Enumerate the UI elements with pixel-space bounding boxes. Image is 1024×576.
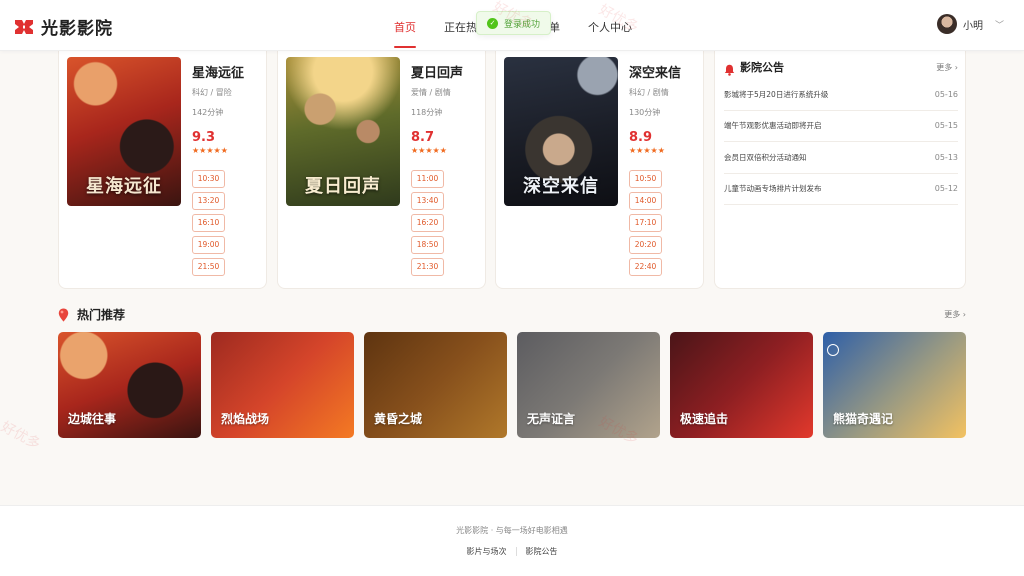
movie-genre: 科幻 / 剧情 (629, 88, 669, 97)
hot-section-title: 热门推荐 (77, 307, 126, 322)
hot-recommendation-grid: 边城往事 烈焰战场 黄昏之城 无声证言 极速追击 熊猫奇遇记 (58, 332, 966, 438)
bell-icon (724, 61, 735, 76)
toast-text: 登录成功 (504, 19, 541, 30)
footer-links: 影片与场次 影院公告 (0, 546, 1024, 557)
announcement-more-link[interactable]: 更多 › (936, 62, 958, 73)
movie-card[interactable]: 夏日回声 夏日回声 爱情 / 剧情 118分钟 8.7 ★★★★★ 11:00 … (277, 51, 486, 289)
showtime-button[interactable]: 21:30 (411, 258, 444, 276)
movie-score: 9.3 (192, 130, 216, 145)
logo-text: 光影影院 (41, 19, 113, 39)
movie-genre: 爱情 / 剧情 (411, 88, 451, 97)
movie-score: 8.7 (411, 130, 435, 145)
logo[interactable]: 光影影院 (14, 14, 113, 39)
nav-profile[interactable]: 个人中心 (574, 0, 646, 51)
nav-home[interactable]: 首页 (380, 0, 430, 51)
announcement-date: 05-16 (934, 89, 958, 99)
showtime-button[interactable]: 14:00 (629, 192, 662, 210)
poster-title: 深空来信 (523, 176, 599, 197)
hot-section-header: 热门推荐 更多 › (58, 306, 966, 322)
announcement-item[interactable]: 会员日双倍积分活动通知 05-13 (724, 142, 958, 174)
showtime-list: 10:30 13:20 16:10 19:00 21:50 (192, 170, 225, 276)
showtime-button[interactable]: 20:20 (629, 236, 662, 254)
hot-movie-title: 熊猫奇遇记 (833, 412, 894, 426)
hot-movie-title: 黄昏之城 (374, 412, 423, 426)
announcement-item[interactable]: 儿童节动画专场排片计划发布 05-12 (724, 174, 958, 205)
circle-icon (827, 344, 839, 356)
showtime-button[interactable]: 11:00 (411, 170, 444, 188)
showtime-button[interactable]: 16:20 (411, 214, 444, 232)
footer-link-announcements[interactable]: 影院公告 (526, 546, 558, 557)
hot-movie-card[interactable]: 烈焰战场 (211, 332, 354, 438)
movie-poster[interactable]: 夏日回声 (286, 57, 400, 206)
showtime-list: 10:50 14:00 17:10 20:20 22:40 (629, 170, 662, 276)
announcement-date: 05-15 (934, 121, 958, 131)
movie-duration: 130分钟 (629, 108, 661, 117)
star-rating-icon: ★★★★★ (411, 146, 447, 155)
showtime-list: 11:00 13:40 16:20 18:50 21:30 (411, 170, 444, 276)
announcement-list: 影城将于5月20日进行系统升级 05-16 端午节观影优惠活动即将开启 05-1… (724, 79, 958, 205)
star-rating-icon: ★★★★★ (629, 146, 665, 155)
footer-link-movies[interactable]: 影片与场次 (467, 546, 507, 557)
showtime-button[interactable]: 13:20 (192, 192, 225, 210)
hot-movie-card[interactable]: 熊猫奇遇记 (823, 332, 966, 438)
poster-title: 夏日回声 (305, 176, 381, 197)
hot-more-link[interactable]: 更多 › (944, 309, 966, 320)
movie-card[interactable]: 深空来信 深空来信 科幻 / 剧情 130分钟 8.9 ★★★★★ 10:50 … (495, 51, 704, 289)
showtime-button[interactable]: 13:40 (411, 192, 444, 210)
showtime-button[interactable]: 16:10 (192, 214, 225, 232)
ticket-icon (14, 17, 34, 37)
showtime-button[interactable]: 21:50 (192, 258, 225, 276)
footer-tagline: 光影影院 · 与每一场好电影相遇 (456, 526, 568, 535)
page-footer: 光影影院 · 与每一场好电影相遇 影片与场次 影院公告 (0, 505, 1024, 576)
hot-movie-card[interactable]: 极速追击 (670, 332, 813, 438)
star-rating-icon: ★★★★★ (192, 146, 228, 155)
watermark: 好优多 (0, 418, 43, 453)
announcement-date: 05-12 (934, 184, 958, 194)
announcement-text: 会员日双倍积分活动通知 (724, 152, 807, 162)
showtime-button[interactable]: 22:40 (629, 258, 662, 276)
announcement-date: 05-13 (934, 152, 958, 162)
avatar (936, 14, 957, 34)
showtime-button[interactable]: 19:00 (192, 236, 225, 254)
movie-title[interactable]: 深空来信 (629, 62, 681, 81)
user-menu[interactable]: 小明 ﹀ (936, 14, 1004, 34)
footer-divider (515, 547, 517, 556)
announcement-text: 儿童节动画专场排片计划发布 (724, 184, 822, 194)
movie-card[interactable]: 星海远征 星海远征 科幻 / 冒险 142分钟 9.3 ★★★★★ 10:30 … (58, 51, 267, 289)
hot-movie-card[interactable]: 黄昏之城 (364, 332, 507, 438)
hot-movie-title: 烈焰战场 (221, 412, 270, 426)
user-name: 小明 (962, 20, 983, 32)
login-success-toast: ✓ 登录成功 (476, 11, 552, 35)
movie-duration: 118分钟 (411, 108, 443, 117)
announcement-text: 端午节观影优惠活动即将开启 (724, 121, 822, 131)
check-circle-icon: ✓ (487, 17, 498, 29)
hot-movie-card[interactable]: 无声证言 (517, 332, 660, 438)
announcement-title: 影院公告 (740, 61, 784, 74)
showtime-button[interactable]: 17:10 (629, 214, 662, 232)
movie-genre: 科幻 / 冒险 (192, 88, 232, 97)
announcement-item[interactable]: 影城将于5月20日进行系统升级 05-16 (724, 79, 958, 111)
announcement-panel: 影院公告 更多 › 影城将于5月20日进行系统升级 05-16 端午节观影优惠活… (714, 51, 966, 289)
hot-movie-title: 边城往事 (68, 412, 117, 426)
announcement-text: 影城将于5月20日进行系统升级 (724, 89, 829, 99)
movie-poster[interactable]: 星海远征 (67, 57, 181, 206)
chevron-down-icon: ﹀ (994, 20, 1004, 31)
location-pin-icon (58, 307, 69, 322)
hot-movie-title: 极速追击 (680, 412, 729, 426)
movie-score: 8.9 (629, 130, 653, 145)
movie-title[interactable]: 夏日回声 (411, 62, 463, 81)
showtime-button[interactable]: 10:30 (192, 170, 225, 188)
movie-duration: 142分钟 (192, 108, 224, 117)
hot-movie-card[interactable]: 边城往事 (58, 332, 201, 438)
showtime-button[interactable]: 18:50 (411, 236, 444, 254)
announcement-item[interactable]: 端午节观影优惠活动即将开启 05-15 (724, 111, 958, 142)
movie-poster[interactable]: 深空来信 (504, 57, 618, 206)
hot-movie-title: 无声证言 (527, 412, 576, 426)
poster-title: 星海远征 (86, 176, 162, 197)
showtime-button[interactable]: 10:50 (629, 170, 662, 188)
movie-title[interactable]: 星海远征 (192, 62, 244, 81)
